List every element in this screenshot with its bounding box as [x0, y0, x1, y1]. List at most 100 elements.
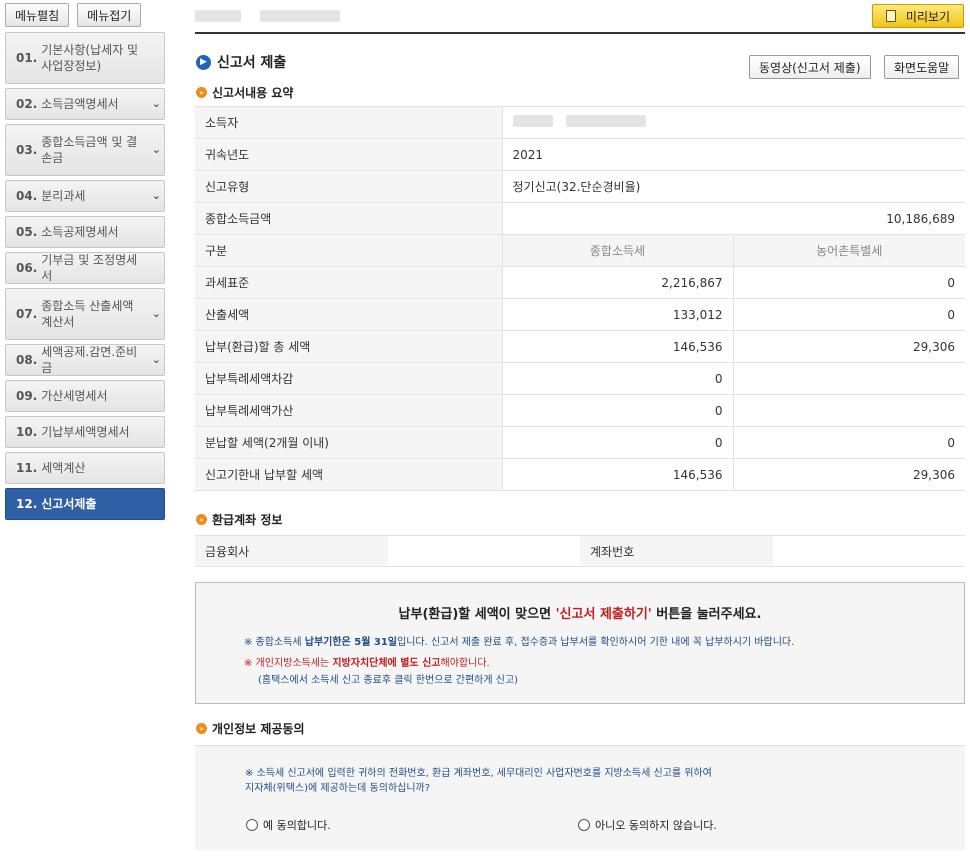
- notice-local-tax-line: ※ 개인지방소득세는 지방자치단체에 별도 신고해야합니다.: [244, 654, 490, 669]
- preview-label: 미리보기: [905, 9, 951, 24]
- refund-section-label: 환급계좌 정보: [212, 513, 283, 527]
- notice-line1-a: ※ 종합소득세: [244, 637, 305, 648]
- taxpayer-value: [501, 106, 965, 139]
- chevron-circle-icon: »: [196, 514, 207, 525]
- summary-table: 소득자 귀속년도 2021 신고유형 정기신고(32.단순경비율) 종합소득금액…: [195, 106, 965, 491]
- table-row: 귀속년도 2021: [195, 138, 965, 171]
- arrow-right-circle-icon: ▶: [196, 54, 211, 70]
- rural-tax-value: [732, 362, 965, 395]
- chevron-circle-icon: »: [196, 723, 207, 734]
- chevron-down-icon[interactable]: ⌄: [152, 188, 161, 204]
- account-value: [773, 535, 965, 567]
- sidebar-item-number: 12.: [16, 497, 38, 511]
- bank-label: 금융회사: [195, 535, 388, 567]
- income-tax-value: 146,536: [501, 458, 733, 491]
- chevron-circle-icon: »: [196, 87, 207, 98]
- blurred-taxpayer-name: [512, 115, 553, 127]
- sidebar-item-8[interactable]: 08. 세액공제.감면.준비금 ⌄: [5, 344, 165, 376]
- consent-yes-radio[interactable]: 예 동의합니다.: [246, 817, 331, 833]
- screen-help-button[interactable]: 화면도움말: [884, 55, 960, 79]
- sidebar-item-label: 소득금액명세서: [41, 97, 119, 111]
- consent-question-line2: 지자체(위택스)에 제공하는데 동의하십니까?: [245, 783, 431, 794]
- sidebar-item-3[interactable]: 03. 종합소득금액 및 결손금 ⌄: [5, 124, 165, 176]
- consent-no-radio[interactable]: 아니오 동의하지 않습니다.: [578, 817, 717, 833]
- table-row: 종합소득금액 10,186,689: [195, 202, 965, 235]
- sidebar-item-12[interactable]: 12. 신고서제출: [5, 488, 165, 520]
- sidebar-item-number: 08.: [16, 353, 38, 367]
- table-row: 과세표준 2,216,867 0: [195, 266, 965, 299]
- tax-row-label: 납부특례세액차감: [195, 362, 502, 395]
- refund-account-table: 금융회사 계좌번호: [195, 535, 965, 567]
- blurred-taxpayer-id: [566, 115, 647, 127]
- rural-tax-value: 0: [732, 266, 965, 299]
- rural-tax-value: 0: [732, 426, 965, 459]
- preview-button[interactable]: 미리보기: [872, 4, 964, 28]
- summary-section-title: » 신고서내용 요약: [196, 84, 293, 101]
- income-tax-column-header: 종합소득세: [501, 234, 733, 267]
- sidebar-item-9[interactable]: 09. 가산세명세서: [5, 380, 165, 412]
- chevron-down-icon[interactable]: ⌄: [152, 306, 161, 322]
- notice-main-highlight: '신고서 제출하기': [555, 607, 652, 622]
- sidebar-item-2[interactable]: 02. 소득금액명세서 ⌄: [5, 88, 165, 120]
- video-guide-button[interactable]: 동영상(신고서 제출): [749, 55, 871, 79]
- radio-circle-icon[interactable]: [246, 819, 258, 831]
- sidebar-item-number: 03.: [16, 143, 38, 157]
- sidebar-item-label: 종합소득금액 및 결손금: [41, 135, 138, 165]
- sidebar-item-number: 11.: [16, 461, 38, 475]
- consent-question-line1: ※ 소득세 신고서에 입력한 귀하의 전화번호, 환급 계좌번호, 세무대리인 …: [245, 768, 712, 779]
- notice-line2-b: 지방자치단체에 별도 신고: [332, 658, 441, 669]
- sidebar: 메뉴펼침 메뉴접기 01. 기본사항(납세자 및 사업장정보) 02. 소득금액명세서…: [5, 3, 165, 524]
- blurred-user-name: [195, 10, 241, 22]
- rural-tax-value: 29,306: [732, 458, 965, 491]
- sidebar-item-10[interactable]: 10. 기납부세액명세서: [5, 416, 165, 448]
- menu-collapse-button[interactable]: 메뉴접기: [77, 3, 142, 27]
- sidebar-item-number: 06.: [16, 261, 38, 275]
- sidebar-item-label: 가산세명세서: [41, 389, 108, 403]
- total-income-label: 종합소득금액: [195, 202, 502, 235]
- notice-main-suffix: 버튼을 눌러주세요.: [651, 607, 762, 622]
- sidebar-item-label: 기본사항(납세자 및 사업장정보): [41, 43, 139, 73]
- notice-main-prefix: 납부(환급)할 세액이 맞으면: [398, 607, 556, 622]
- chevron-down-icon[interactable]: ⌄: [152, 96, 161, 112]
- table-row: 신고기한내 납부할 세액 146,536 29,306: [195, 458, 965, 491]
- menu-expand-button[interactable]: 메뉴펼침: [5, 3, 70, 27]
- tax-row-label: 분납할 세액(2개월 이내): [195, 426, 502, 459]
- type-value: 정기신고(32.단순경비율): [501, 170, 965, 203]
- sidebar-item-5[interactable]: 05. 소득공제명세서: [5, 216, 165, 248]
- year-label: 귀속년도: [195, 138, 502, 171]
- submit-notice-main: 납부(환급)할 세액이 맞으면 '신고서 제출하기' 버튼을 눌러주세요.: [196, 603, 964, 622]
- radio-circle-icon[interactable]: [578, 819, 590, 831]
- notice-line1-b: 납부기한은 5월 31일: [304, 637, 397, 648]
- table-row: 금융회사 계좌번호: [195, 535, 965, 567]
- sidebar-item-label: 기부금 및 조정명세서: [41, 253, 138, 283]
- sidebar-item-label: 기납부세액명세서: [41, 425, 130, 439]
- chevron-down-icon[interactable]: ⌄: [152, 142, 161, 158]
- sidebar-item-number: 10.: [16, 425, 38, 439]
- sidebar-item-4[interactable]: 04. 분리과세 ⌄: [5, 180, 165, 212]
- sidebar-item-6[interactable]: 06. 기부금 및 조정명세서: [5, 252, 165, 284]
- consent-no-label: 아니오 동의하지 않습니다.: [595, 819, 717, 832]
- refund-section-title: » 환급계좌 정보: [196, 511, 282, 528]
- table-header-row: 구분 종합소득세 농어촌특별세: [195, 234, 965, 267]
- tax-row-label: 납부(환급)할 총 세액: [195, 330, 502, 363]
- chevron-down-icon[interactable]: ⌄: [152, 352, 161, 368]
- table-row: 소득자: [195, 106, 965, 139]
- sidebar-item-number: 02.: [16, 97, 38, 111]
- total-income-value: 10,186,689: [501, 202, 965, 235]
- income-tax-value: 0: [501, 426, 733, 459]
- sidebar-item-label: 신고서제출: [41, 497, 97, 511]
- table-row: 납부특례세액가산 0: [195, 394, 965, 427]
- income-tax-value: 0: [501, 362, 733, 395]
- taxpayer-label: 소득자: [195, 106, 502, 139]
- sidebar-item-11[interactable]: 11. 세액계산: [5, 452, 165, 484]
- sidebar-item-1[interactable]: 01. 기본사항(납세자 및 사업장정보): [5, 32, 165, 84]
- category-column-header: 구분: [195, 234, 502, 267]
- account-label: 계좌번호: [580, 535, 773, 567]
- sidebar-item-7[interactable]: 07. 종합소득 산출세액계산서 ⌄: [5, 288, 165, 340]
- consent-section-label: 개인정보 제공동의: [212, 722, 305, 736]
- consent-question: ※ 소득세 신고서에 입력한 귀하의 전화번호, 환급 계좌번호, 세무대리인 …: [245, 766, 712, 796]
- tax-row-label: 신고기한내 납부할 세액: [195, 458, 502, 491]
- tax-row-label: 과세표준: [195, 266, 502, 299]
- submit-notice-box: 납부(환급)할 세액이 맞으면 '신고서 제출하기' 버튼을 눌러주세요. ※ …: [195, 582, 965, 704]
- notice-hometax-line: (홈택스에서 소득세 신고 종료후 클릭 한번으로 간편하게 신고): [258, 675, 519, 686]
